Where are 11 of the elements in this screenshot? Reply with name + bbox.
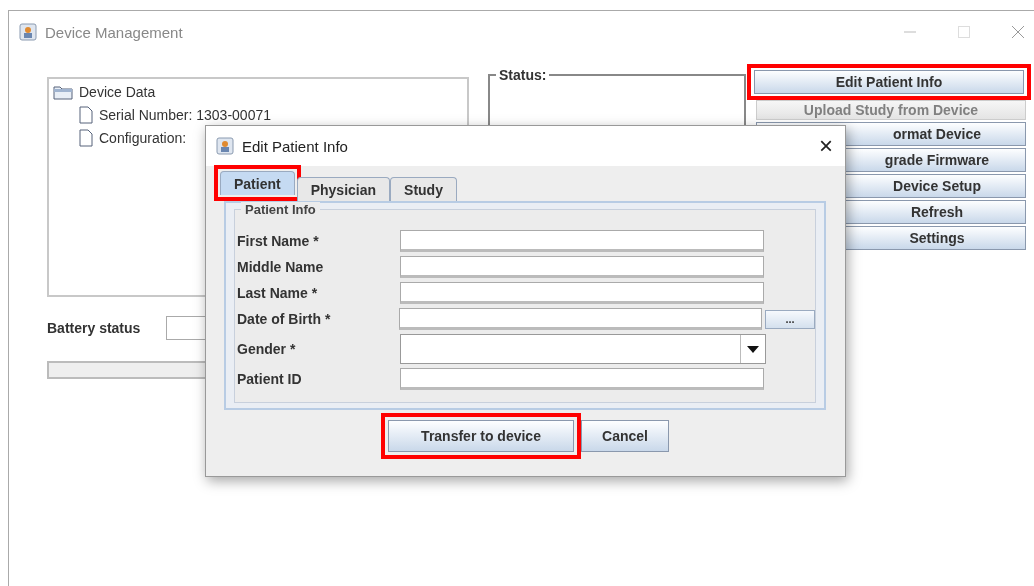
field-label: Date of Birth *	[237, 311, 332, 327]
field-label: Gender *	[237, 341, 297, 357]
battery-label: Battery status	[47, 320, 141, 336]
status-legend: Status:	[496, 67, 550, 83]
dialog-title: Edit Patient Info	[242, 137, 348, 155]
window-title: Device Management	[45, 23, 183, 41]
field-label: Patient ID	[237, 371, 303, 387]
field-label: Middle Name	[237, 259, 325, 275]
field-label: Last Name *	[237, 285, 319, 301]
group-title: Patient Info	[241, 202, 320, 217]
field-label: First Name *	[237, 233, 320, 249]
